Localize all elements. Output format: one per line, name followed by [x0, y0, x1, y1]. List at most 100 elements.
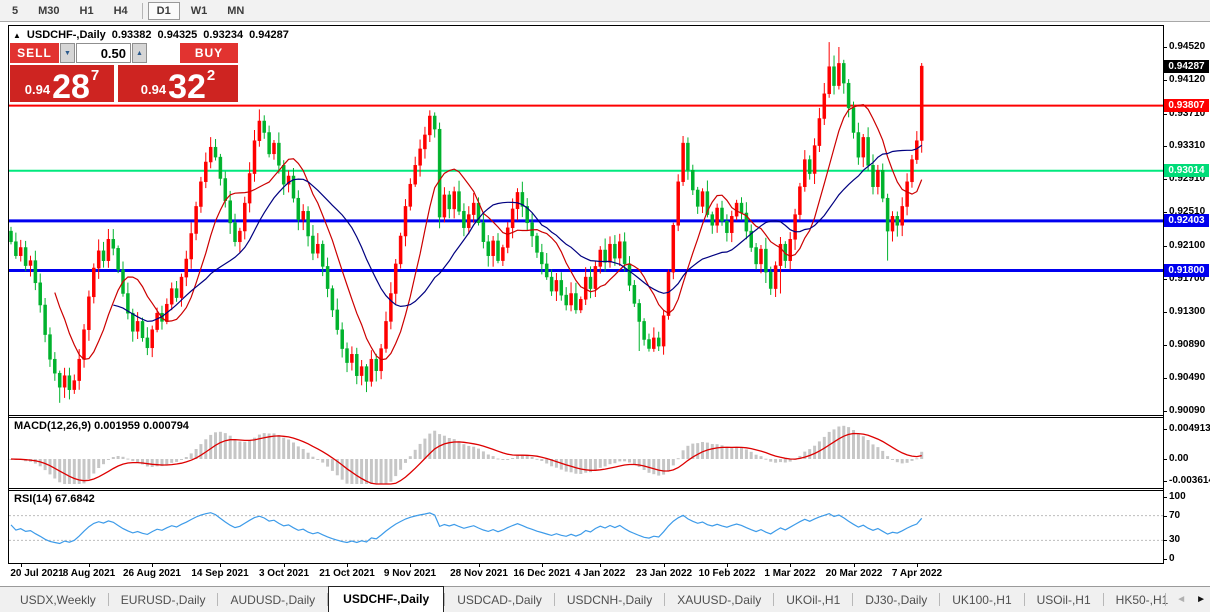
date-axis-label: 4 Jan 2022	[564, 568, 636, 579]
date-axis-label: 1 Mar 2022	[754, 568, 826, 579]
price-axis-tick	[1163, 114, 1167, 115]
triangle-up-icon: ▲	[136, 50, 143, 57]
volume-input[interactable]	[76, 43, 131, 63]
price-axis-label: 0.92100	[1169, 240, 1205, 251]
date-axis-label: 8 Aug 2021	[53, 568, 125, 579]
buy-button[interactable]: BUY	[180, 43, 238, 63]
date-axis-tick	[152, 563, 153, 567]
volume-decrease-button[interactable]: ▼	[60, 43, 75, 63]
date-axis-label: 7 Apr 2022	[881, 568, 953, 579]
timeframe-toolbar: 5M30H1H4 D1W1MN	[0, 0, 1210, 22]
tab-audusd[interactable]: AUDUSD-,Daily	[218, 589, 327, 612]
collapse-triangle-icon[interactable]: ▲	[13, 31, 21, 40]
ohlc-open: 0.93382	[112, 29, 152, 41]
pane-separator-2a	[8, 488, 1164, 489]
period-button-h1[interactable]: H1	[71, 2, 103, 20]
tab-usdchf[interactable]: USDCHF-,Daily	[328, 586, 444, 612]
period-button-h4[interactable]: H4	[105, 2, 137, 20]
period-button-mn[interactable]: MN	[218, 2, 253, 20]
date-axis-label: 3 Oct 2021	[248, 568, 320, 579]
price-axis-tick	[1163, 279, 1167, 280]
buy-price-prefix: 0.94	[141, 82, 166, 97]
triangle-down-icon: ▼	[64, 50, 71, 57]
ohlc-low: 0.93234	[203, 29, 243, 41]
date-axis-label: 14 Sep 2021	[184, 568, 256, 579]
date-axis-tick	[664, 563, 665, 567]
date-axis-tick	[854, 563, 855, 567]
rsi-axis-tick	[1163, 540, 1167, 541]
price-axis-label: 0.93310	[1169, 140, 1205, 151]
date-axis-tick	[347, 563, 348, 567]
price-axis-label: 0.91300	[1169, 306, 1205, 317]
symbol-tab-bar: USDX,WeeklyEURUSD-,DailyAUDUSD-,DailyUSD…	[0, 586, 1210, 612]
date-axis-tick	[542, 563, 543, 567]
rsi-axis-label: 0	[1169, 553, 1175, 564]
toolbar-separator	[142, 3, 143, 19]
price-axis-tick	[1163, 312, 1167, 313]
sell-button[interactable]: SELL	[10, 43, 59, 63]
period-button-m30[interactable]: M30	[29, 2, 68, 20]
period-button-w1[interactable]: W1	[182, 2, 217, 20]
tab-scroll-right-icon[interactable]: ►	[1196, 594, 1206, 605]
tab-ukoil[interactable]: UKOil-,H1	[774, 589, 852, 612]
sell-price-big: 28	[52, 72, 90, 102]
date-axis-tick	[220, 563, 221, 567]
tab-eurusd[interactable]: EURUSD-,Daily	[109, 589, 218, 612]
period-button-d1[interactable]: D1	[148, 2, 180, 20]
rsi-axis-tick	[1163, 559, 1167, 560]
price-axis-tick	[1163, 179, 1167, 180]
rsi-axis-label: 70	[1169, 510, 1180, 521]
price-axis-label: 0.94520	[1169, 41, 1205, 52]
rsi-axis-label: 30	[1169, 534, 1180, 545]
date-axis-label: 21 Oct 2021	[311, 568, 383, 579]
ohlc-high: 0.94325	[158, 29, 198, 41]
price-axis-tick	[1163, 80, 1167, 81]
tab-scroll-controls: ◄ ►	[1165, 593, 1206, 606]
date-axis-tick	[410, 563, 411, 567]
macd-axis-label: -0.003614	[1169, 475, 1210, 486]
rsi-axis-tick	[1163, 516, 1167, 517]
price-axis-label: 0.90890	[1169, 339, 1205, 350]
tab-dj30[interactable]: DJ30-,Daily	[853, 589, 939, 612]
period-button-5[interactable]: 5	[3, 2, 27, 20]
macd-main-value: 0.001959	[94, 420, 140, 432]
date-axis-tick	[89, 563, 90, 567]
price-axis-label: 0.90090	[1169, 405, 1205, 416]
volume-increase-button[interactable]: ▲	[132, 43, 147, 63]
buy-price-big: 32	[168, 72, 206, 102]
price-axis-tick	[1163, 47, 1167, 48]
tab-uk100[interactable]: UK100-,H1	[940, 589, 1023, 612]
rsi-canvas[interactable]	[9, 491, 1163, 562]
date-axis-tick	[479, 563, 480, 567]
date-axis-tick	[600, 563, 601, 567]
price-axis-label: 0.94120	[1169, 74, 1205, 85]
sell-price-sup: 7	[91, 67, 99, 84]
date-axis-label: 20 Mar 2022	[818, 568, 890, 579]
tab-xauusd[interactable]: XAUUSD-,Daily	[665, 589, 773, 612]
macd-signal-value: 0.000794	[143, 420, 189, 432]
macd-axis-label: 0.00	[1169, 453, 1188, 464]
sell-price-button[interactable]: 0.94 28 7	[10, 65, 114, 102]
tab-usdcad[interactable]: USDCAD-,Daily	[445, 589, 554, 612]
macd-axis-tick	[1163, 429, 1167, 430]
tab-scroll-left-icon[interactable]: ◄	[1176, 594, 1186, 605]
chart-title: ▲ USDCHF-,Daily 0.93382 0.94325 0.93234 …	[13, 29, 289, 41]
tab-usoil[interactable]: USOil-,H1	[1025, 589, 1103, 612]
date-axis-line	[8, 563, 1164, 564]
price-axis-tick	[1163, 345, 1167, 346]
macd-label: MACD(12,26,9) 0.001959 0.000794	[14, 420, 189, 432]
price-axis-tick	[1163, 146, 1167, 147]
trading-platform-window: 5M30H1H4 D1W1MN ▲ USDCHF-,Daily 0.93382 0…	[0, 0, 1210, 612]
buy-price-button[interactable]: 0.94 32 2	[118, 65, 238, 102]
date-axis-tick	[917, 563, 918, 567]
price-badge: 0.94287	[1164, 60, 1209, 73]
macd-axis-tick	[1163, 459, 1167, 460]
rsi-axis-tick	[1163, 497, 1167, 498]
date-axis-label: 9 Nov 2021	[374, 568, 446, 579]
price-badge: 0.93807	[1164, 99, 1209, 112]
tab-usdx[interactable]: USDX,Weekly	[8, 589, 108, 612]
price-axis-label: 0.90490	[1169, 372, 1205, 383]
price-badge: 0.91800	[1164, 264, 1209, 277]
rsi-axis-label: 100	[1169, 491, 1186, 502]
tab-usdcnh[interactable]: USDCNH-,Daily	[555, 589, 664, 612]
